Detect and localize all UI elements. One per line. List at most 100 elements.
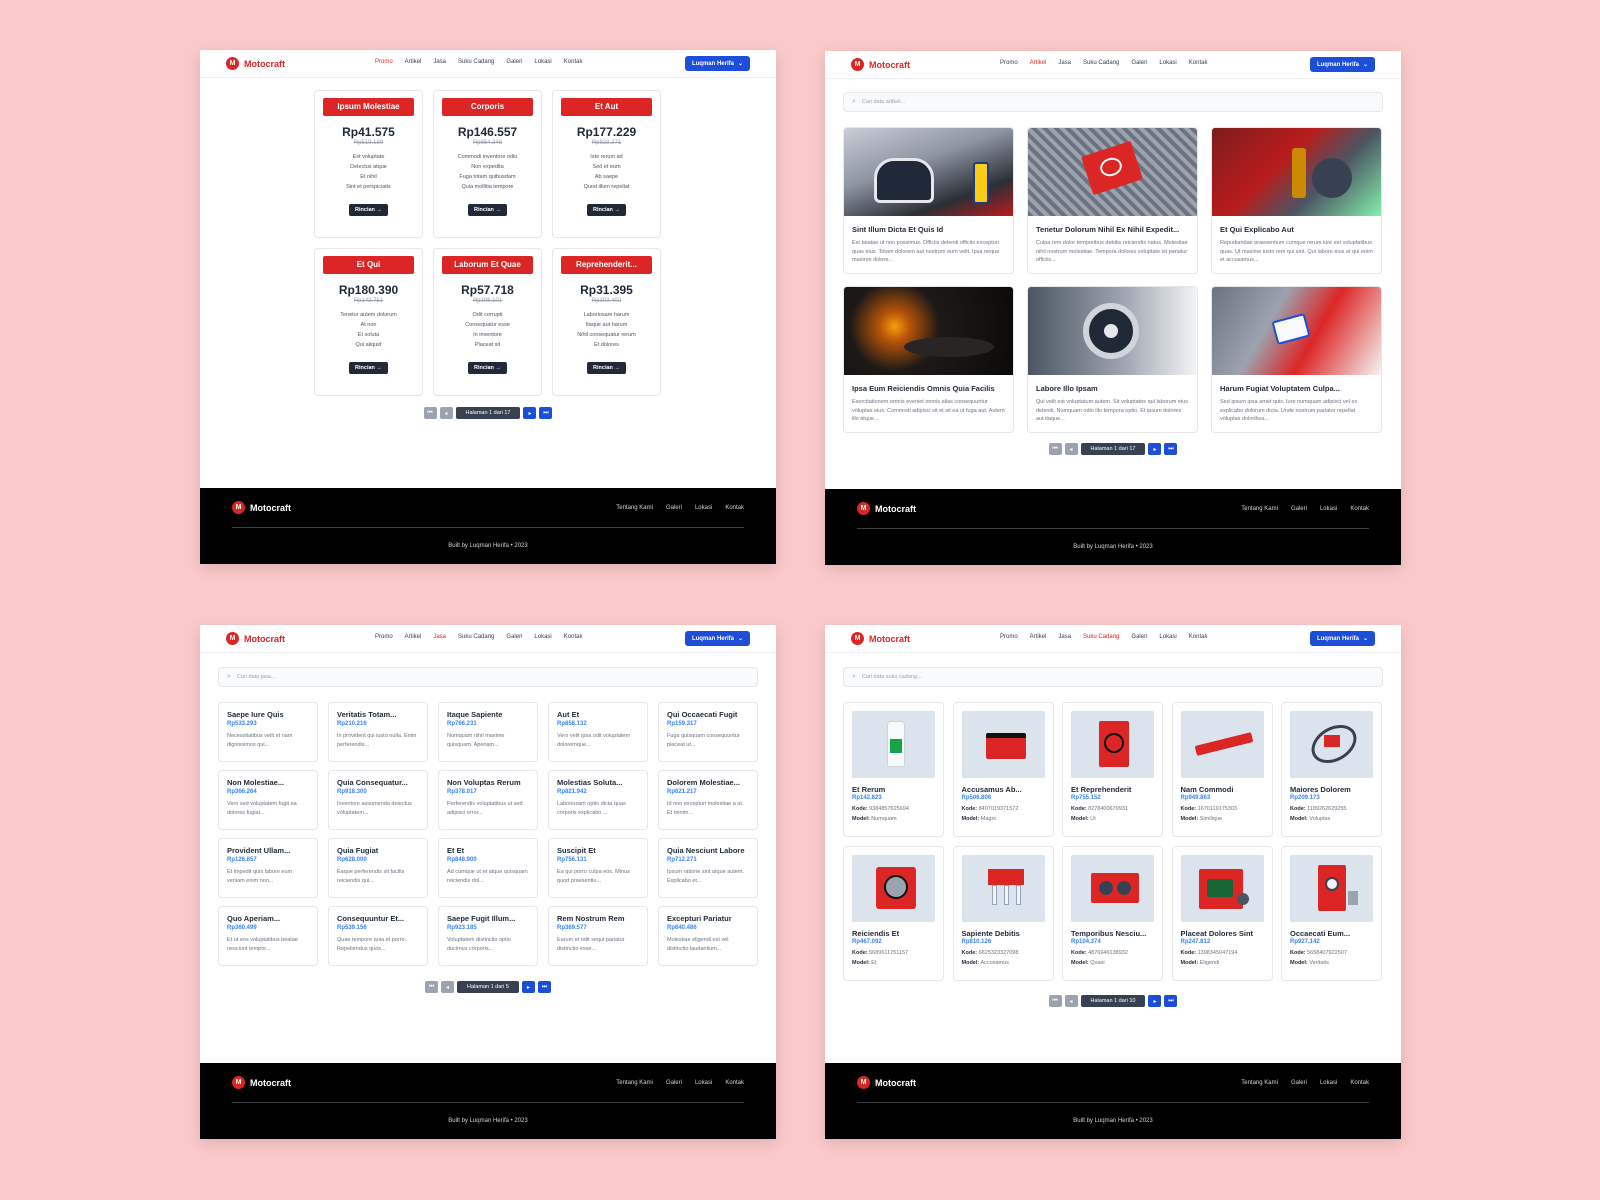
service-card[interactable]: Suscipit Et Rp756.131 Ea qui porro culpa e… <box>548 838 648 898</box>
nav-item-suku-cadang[interactable]: Suku Cadang <box>1083 60 1119 66</box>
nav-item-artikel[interactable]: Artikel <box>1030 60 1047 66</box>
article-card[interactable]: Et Qui Explicabo Aut Repudiandae praesen… <box>1211 127 1382 274</box>
search-input[interactable]: ⌕ Cari data artikel... <box>843 92 1383 112</box>
footer-link-tentang-kami[interactable]: Tentang Kami <box>616 1080 653 1086</box>
service-card[interactable]: Quia Consequatur... Rp918.300 Inventore as… <box>328 770 428 830</box>
footer-brand[interactable]: M Motocraft <box>232 501 291 514</box>
part-card[interactable]: Accusamus Ab... Rp506.806 Kode: 84070193… <box>952 702 1054 837</box>
next-page-icon[interactable]: ▸ <box>1148 443 1162 455</box>
service-card[interactable]: Dolorem Molestiae... Rp621.217 Id non exce… <box>658 770 758 830</box>
article-card[interactable]: Ipsa Eum Reiciendis Omnis Quia Facilis E… <box>843 286 1014 433</box>
nav-item-kontak[interactable]: Kontak <box>1189 60 1208 66</box>
nav-item-artikel[interactable]: Artikel <box>405 59 422 65</box>
service-card[interactable]: Rem Nostrum Rem Rp369.577 Earum et odit se… <box>548 906 648 966</box>
footer-link-kontak[interactable]: Kontak <box>725 505 744 511</box>
footer-link-galeri[interactable]: Galeri <box>666 505 682 511</box>
user-menu-button[interactable]: Luqman Herifa ⌄ <box>684 631 750 646</box>
nav-item-promo[interactable]: Promo <box>1000 60 1018 66</box>
nav-item-kontak[interactable]: Kontak <box>1189 634 1208 640</box>
footer-link-tentang-kami[interactable]: Tentang Kami <box>616 505 653 511</box>
footer-link-galeri[interactable]: Galeri <box>1291 1080 1307 1086</box>
footer-link-lokasi[interactable]: Lokasi <box>695 505 712 511</box>
nav-item-lokasi[interactable]: Lokasi <box>1159 634 1176 640</box>
next-page-icon[interactable]: ▸ <box>1148 995 1162 1007</box>
first-page-icon[interactable]: ⏮ <box>1048 995 1062 1007</box>
user-menu-button[interactable]: Luqman Herifa ⌄ <box>1309 57 1375 72</box>
part-card[interactable]: Maiores Dolorem Rp209.173 Kode: 11892626… <box>1281 702 1382 837</box>
promo-detail-button[interactable]: Rincian → <box>587 204 626 216</box>
first-page-icon[interactable]: ⏮ <box>425 981 439 993</box>
nav-item-kontak[interactable]: Kontak <box>564 634 583 640</box>
service-card[interactable]: Qui Occaecati Fugit Rp159.317 Fuga quisqua… <box>658 702 758 762</box>
nav-item-galeri[interactable]: Galeri <box>1131 60 1147 66</box>
nav-item-galeri[interactable]: Galeri <box>506 59 522 65</box>
service-card[interactable]: Et Et Rp848.900 Ad cumque ut et atque quis… <box>438 838 538 898</box>
search-input[interactable]: ⌕ Cari data jasa... <box>218 667 758 687</box>
brand[interactable]: M Motocraft <box>851 58 910 71</box>
service-card[interactable]: Quo Aperiam... Rp360.499 Et ut eos volupta… <box>218 906 318 966</box>
search-input[interactable]: ⌕ Cari data suku cadang... <box>843 667 1383 687</box>
nav-item-suku-cadang[interactable]: Suku Cadang <box>458 59 494 65</box>
first-page-icon[interactable]: ⏮ <box>423 407 437 419</box>
footer-link-lokasi[interactable]: Lokasi <box>1320 1080 1337 1086</box>
nav-item-lokasi[interactable]: Lokasi <box>534 634 551 640</box>
footer-link-kontak[interactable]: Kontak <box>1350 506 1369 512</box>
service-card[interactable]: Itaque Sapiente Rp766.231 Numquam nihil ma… <box>438 702 538 762</box>
nav-item-suku-cadang[interactable]: Suku Cadang <box>1083 634 1119 640</box>
prev-page-icon[interactable]: ◂ <box>439 407 453 419</box>
service-card[interactable]: Molestias Soluta... Rp821.942 Laboriosam o… <box>548 770 648 830</box>
nav-item-jasa[interactable]: Jasa <box>1058 634 1071 640</box>
part-card[interactable]: Nam Commodi Rp949.863 Kode: 167011917530… <box>1171 702 1273 837</box>
part-card[interactable]: Et Rerum Rp142.823 Kode: 9384857625694 Mo… <box>843 702 944 837</box>
service-card[interactable]: Consequuntur Et... Rp539.156 Quae tempore … <box>328 906 428 966</box>
user-menu-button[interactable]: Luqman Herifa ⌄ <box>684 56 750 71</box>
article-card[interactable]: Harum Fugiat Voluptatem Culpa... Sed ips… <box>1211 286 1382 433</box>
brand[interactable]: M Motocraft <box>226 632 285 645</box>
nav-item-kontak[interactable]: Kontak <box>564 59 583 65</box>
promo-detail-button[interactable]: Rincian → <box>349 204 388 216</box>
promo-detail-button[interactable]: Rincian → <box>587 362 626 374</box>
last-page-icon[interactable]: ⏭ <box>537 981 551 993</box>
nav-item-galeri[interactable]: Galeri <box>1131 634 1147 640</box>
nav-item-promo[interactable]: Promo <box>375 634 393 640</box>
nav-item-promo[interactable]: Promo <box>375 59 393 65</box>
service-card[interactable]: Quia Nesciunt Labore Rp712.271 Ipsum ratio… <box>658 838 758 898</box>
nav-item-galeri[interactable]: Galeri <box>506 634 522 640</box>
article-card[interactable]: Tenetur Dolorum Nihil Ex Nihil Expedit..… <box>1027 127 1198 274</box>
footer-link-galeri[interactable]: Galeri <box>666 1080 682 1086</box>
prev-page-icon[interactable]: ◂ <box>1064 443 1078 455</box>
footer-link-tentang-kami[interactable]: Tentang Kami <box>1241 1080 1278 1086</box>
prev-page-icon[interactable]: ◂ <box>1064 995 1078 1007</box>
nav-item-promo[interactable]: Promo <box>1000 634 1018 640</box>
service-card[interactable]: Saepe Iure Quis Rp533.293 Necessitatibus v… <box>218 702 318 762</box>
user-menu-button[interactable]: Luqman Herifa ⌄ <box>1309 631 1375 646</box>
service-card[interactable]: Saepe Fugit Illum... Rp923.185 Voluptatem … <box>438 906 538 966</box>
promo-detail-button[interactable]: Rincian → <box>468 204 507 216</box>
brand[interactable]: M Motocraft <box>226 57 285 70</box>
footer-brand[interactable]: M Motocraft <box>857 502 916 515</box>
last-page-icon[interactable]: ⏭ <box>1164 995 1178 1007</box>
service-card[interactable]: Veritatis Totam... Rp210.216 In provident … <box>328 702 428 762</box>
nav-item-lokasi[interactable]: Lokasi <box>1159 60 1176 66</box>
part-card[interactable]: Et Reprehenderit Rp755.152 Kode: 8278400… <box>1062 702 1163 837</box>
part-card[interactable]: Sapiente Debitis Rp810.126 Kode: 6625323… <box>952 846 1054 981</box>
next-page-icon[interactable]: ▸ <box>523 407 537 419</box>
service-card[interactable]: Non Voluptas Rerum Rp378.017 Perferendis v… <box>438 770 538 830</box>
nav-item-jasa[interactable]: Jasa <box>1058 60 1071 66</box>
first-page-icon[interactable]: ⏮ <box>1048 443 1062 455</box>
service-card[interactable]: Excepturi Pariatur Rp640.486 Molestiae eli… <box>658 906 758 966</box>
footer-link-kontak[interactable]: Kontak <box>1350 1080 1369 1086</box>
nav-item-jasa[interactable]: Jasa <box>433 59 446 65</box>
part-card[interactable]: Placeat Dolores Sint Rp247.812 Kode: 139… <box>1171 846 1273 981</box>
brand[interactable]: M Motocraft <box>851 632 910 645</box>
service-card[interactable]: Aut Et Rp858.132 Vero velit ipsa odit volu… <box>548 702 648 762</box>
next-page-icon[interactable]: ▸ <box>521 981 535 993</box>
part-card[interactable]: Reiciendis Et Rp467.092 Kode: 5689611751… <box>843 846 944 981</box>
service-card[interactable]: Non Molestiae... Rp366.264 Vero sed volupt… <box>218 770 318 830</box>
promo-detail-button[interactable]: Rincian → <box>468 362 507 374</box>
last-page-icon[interactable]: ⏭ <box>539 407 553 419</box>
service-card[interactable]: Provident Ullam... Rp126.857 Et impedit qu… <box>218 838 318 898</box>
service-card[interactable]: Quia Fugiat Rp628.000 Eaque perferendis si… <box>328 838 428 898</box>
prev-page-icon[interactable]: ◂ <box>441 981 455 993</box>
last-page-icon[interactable]: ⏭ <box>1164 443 1178 455</box>
